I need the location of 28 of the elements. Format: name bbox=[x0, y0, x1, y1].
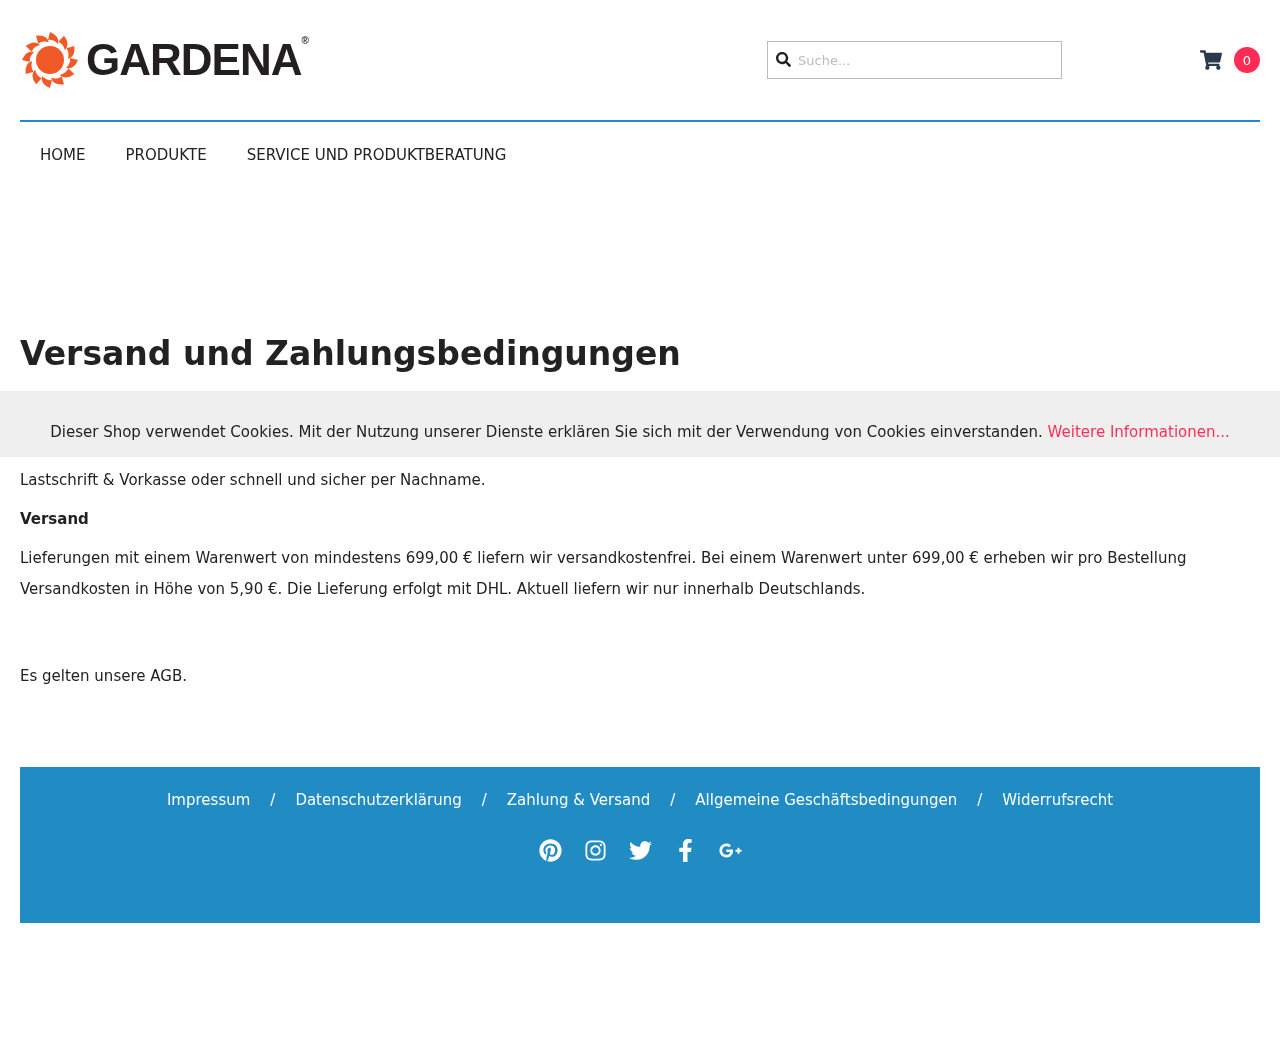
sun-logo-icon bbox=[20, 30, 80, 90]
body-paragraph: Lastschrift & Vorkasse oder schnell und sicher per Nachname. bbox=[20, 470, 487, 491]
separator: / bbox=[977, 791, 983, 809]
separator: / bbox=[481, 791, 487, 809]
pinterest-icon[interactable] bbox=[538, 839, 562, 862]
more-info-link[interactable]: Weitere Informationen... bbox=[1047, 423, 1230, 441]
section-heading: Versand bbox=[20, 509, 90, 530]
footer-link[interactable]: Datenschutzerklärung bbox=[295, 791, 462, 809]
nav-link[interactable]: SERVICE UND PRODUKTBERATUNG bbox=[246, 146, 507, 164]
page-title: Versand und Zahlungsbedingungen bbox=[20, 334, 682, 373]
footer-link[interactable]: Zahlung & Versand bbox=[506, 791, 651, 809]
separator: / bbox=[670, 791, 676, 809]
body-paragraph: Es gelten unsere AGB. bbox=[20, 666, 188, 687]
twitter-icon[interactable] bbox=[628, 839, 652, 862]
separator: / bbox=[270, 791, 276, 809]
search-field[interactable]: Suche... bbox=[767, 41, 1062, 79]
search-icon bbox=[776, 52, 791, 67]
nav-link[interactable]: HOME bbox=[40, 146, 86, 164]
footer-link[interactable]: Widerrufsrecht bbox=[1002, 791, 1114, 809]
logo-text[interactable]: GARDENA$^{®}$ bbox=[86, 35, 308, 85]
footer-link[interactable]: Impressum bbox=[166, 791, 251, 809]
cart-count: 0 bbox=[1234, 47, 1260, 73]
cookie-notice: Dieser Shop verwendet Cookies. Mit der Nutzung unserer Dienste erklären Sie sich mit der Verwendung von Cookies einverstanden. Weitere Informationen... bbox=[50, 423, 1230, 441]
cart-icon[interactable] bbox=[1200, 49, 1222, 71]
body-paragraph: Lieferungen mit einem Warenwert von mindestens 699,00 € liefern wir versandkostenfrei. Bei einem Warenwert unter 699,00 € erheben wir pro Bestellung Versandkosten in Höhe von 5,90 €. Die Lieferung erfolgt mit DHL. Aktuell liefern wir nur innerhalb Deutschlands. bbox=[20, 548, 1188, 600]
instagram-icon[interactable] bbox=[583, 839, 607, 862]
nav-link[interactable]: PRODUKTE bbox=[125, 146, 207, 164]
footer-link[interactable]: Allgemeine Geschäftsbedingungen bbox=[695, 791, 958, 809]
